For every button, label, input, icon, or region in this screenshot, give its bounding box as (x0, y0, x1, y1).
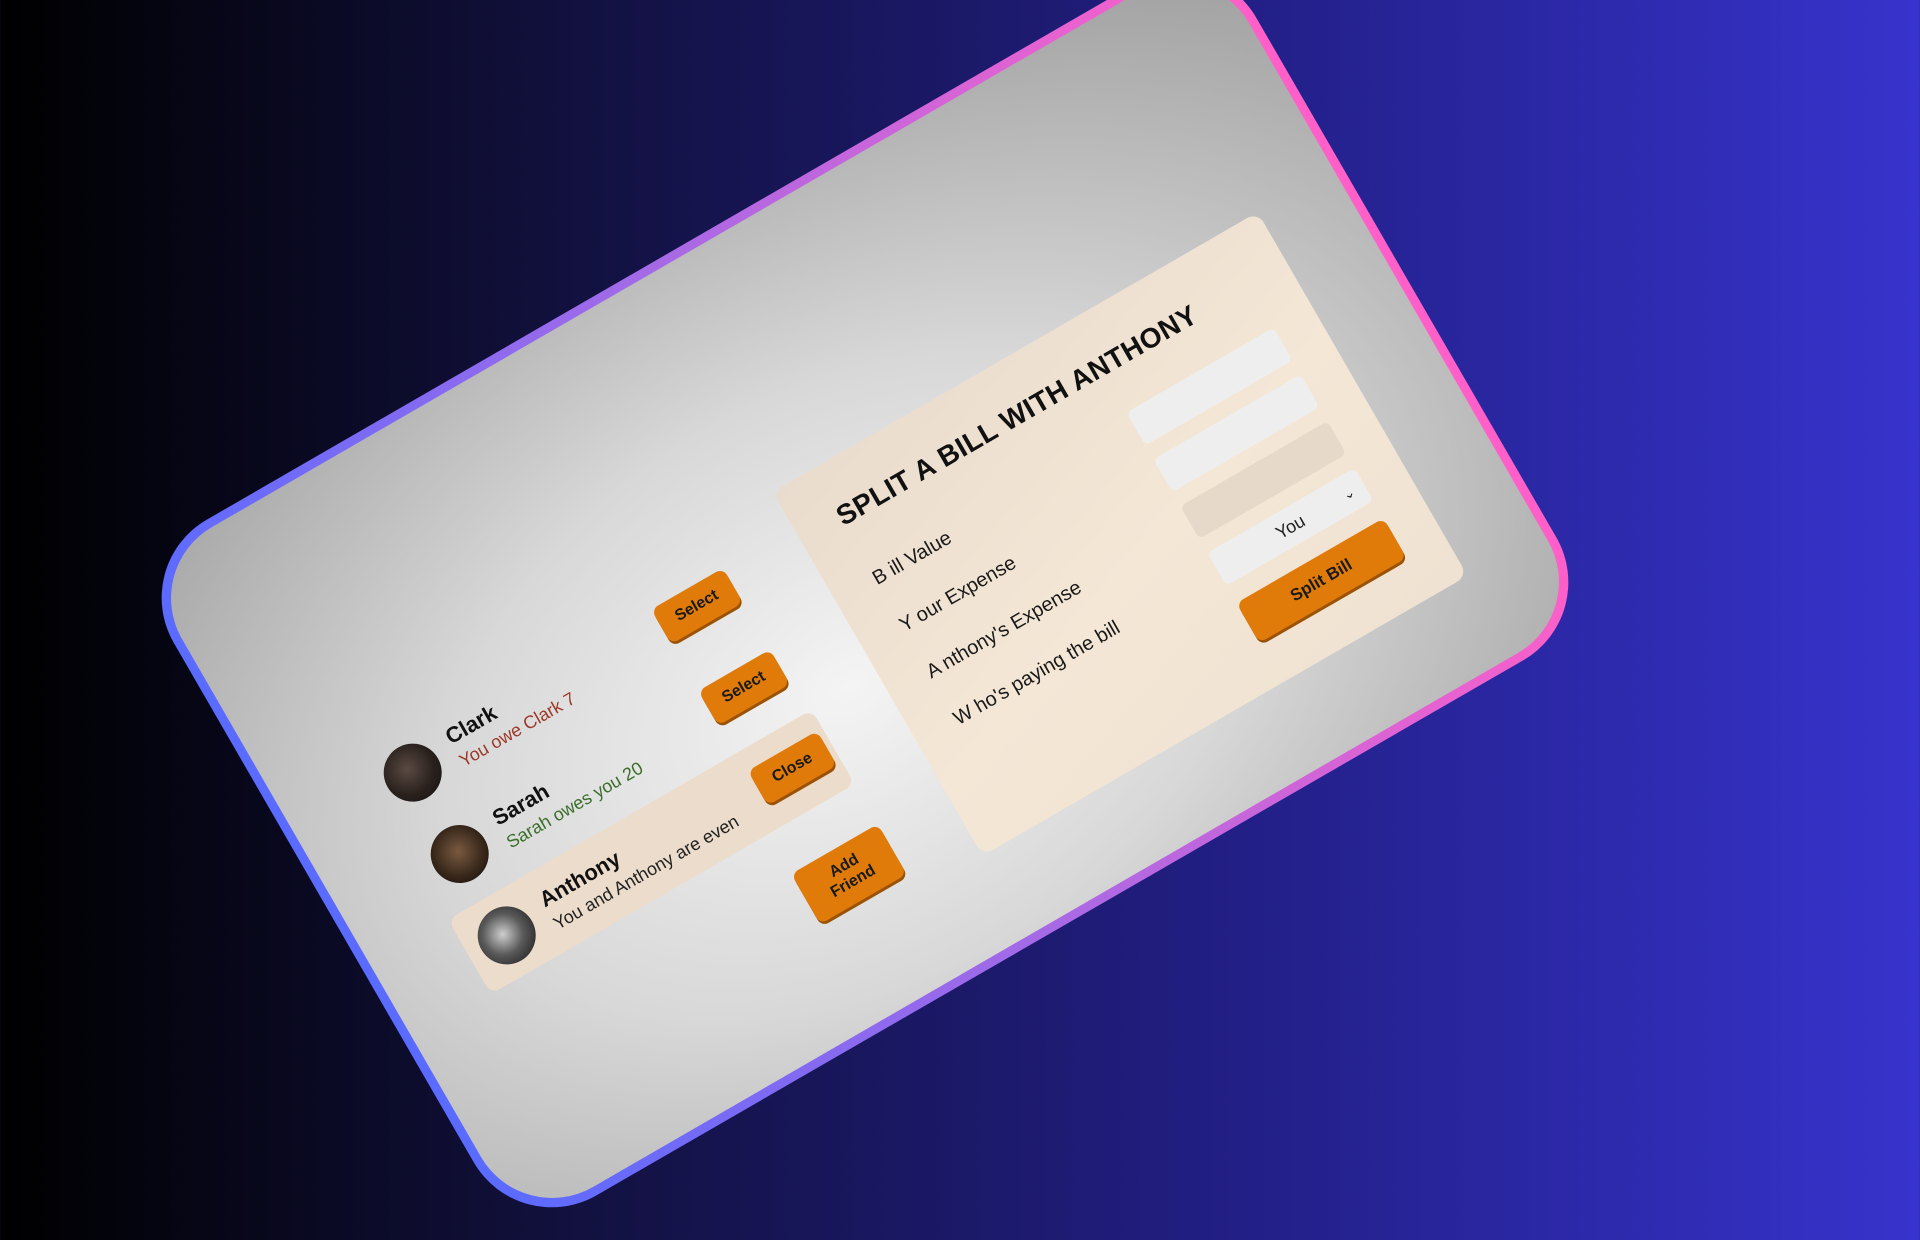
select-button[interactable]: Select (651, 568, 744, 645)
chevron-down-icon: ⌄ (1339, 482, 1358, 503)
friends-list: Clark You owe Clark 7 Select Sarah Sarah… (354, 547, 907, 1001)
select-button[interactable]: Select (698, 649, 791, 726)
add-friend-button[interactable]: Add Friend (791, 823, 907, 925)
split-bill-form: SPLIT A BILL WITH ANTHONY B ill Value Y … (772, 212, 1468, 856)
avatar (420, 814, 500, 894)
avatar (467, 895, 547, 976)
app-card: Clark You owe Clark 7 Select Sarah Sarah… (141, 0, 1589, 1228)
close-button[interactable]: Close (748, 730, 838, 806)
payer-select-value: You (1272, 510, 1309, 543)
app-card-frame: Clark You owe Clark 7 Select Sarah Sarah… (128, 0, 1602, 1240)
app-content: Clark You owe Clark 7 Select Sarah Sarah… (298, 160, 1528, 1170)
avatar (373, 732, 453, 813)
